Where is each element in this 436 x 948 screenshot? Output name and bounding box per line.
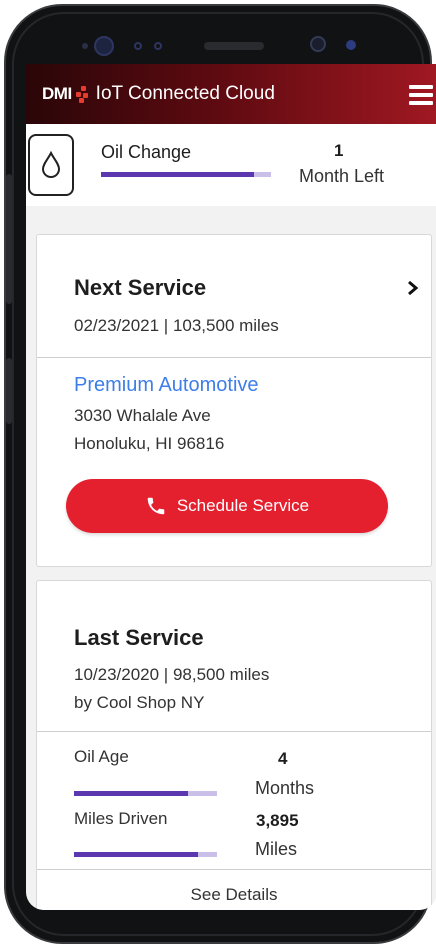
oil-change-count: 1 (334, 141, 344, 160)
front-camera (94, 36, 114, 56)
app-header: DMI IoT Connected Cloud (26, 64, 436, 124)
brand-logo[interactable]: DMI IoT Connected Cloud (42, 83, 275, 105)
next-service-title: Next Service (74, 275, 207, 300)
miles-driven-progress (74, 852, 217, 857)
phone-frame: DMI IoT Connected Cloud Oil Change 1 Mon… (4, 4, 436, 944)
last-service-title: Last Service (74, 625, 204, 650)
sensor-dot (310, 36, 326, 52)
next-service-card: Next Service 02/23/2021 | 103,500 miles … (36, 234, 432, 567)
app-screen: DMI IoT Connected Cloud Oil Change 1 Mon… (26, 64, 436, 910)
last-service-card: Last Service 10/23/2020 | 98,500 miles b… (36, 580, 432, 910)
volume-button (6, 174, 12, 304)
oil-change-label: Oil Change (101, 142, 192, 162)
power-button (6, 358, 12, 424)
miles-driven-value: 3,895 (256, 811, 299, 830)
sensor-dot (82, 43, 88, 49)
oil-age-label: Oil Age (74, 747, 129, 766)
card-divider (37, 731, 431, 732)
oil-drop-icon (28, 134, 74, 196)
service-shop-link[interactable]: Premium Automotive (74, 374, 259, 397)
sensor-dot (154, 42, 162, 50)
earpiece-speaker (204, 42, 264, 50)
oil-age-value: 4 (278, 749, 288, 768)
oil-change-strip[interactable]: Oil Change 1 Month Left (26, 124, 436, 206)
sensor-dot (346, 40, 356, 50)
miles-driven-unit: Miles (255, 839, 298, 859)
oil-age-unit: Months (255, 778, 315, 798)
brand-title: IoT Connected Cloud (95, 83, 275, 104)
hamburger-menu-icon[interactable] (409, 85, 433, 105)
sensor-dot (134, 42, 142, 50)
see-details-link[interactable]: See Details (37, 885, 431, 905)
schedule-service-button[interactable]: Schedule Service (66, 479, 388, 533)
card-divider (37, 869, 431, 870)
shop-address-line1: 3030 Whalale Ave (74, 406, 211, 425)
miles-driven-label: Miles Driven (74, 809, 168, 828)
phone-icon (145, 495, 167, 517)
oil-age-progress (74, 791, 217, 796)
brand-short: DMI (42, 84, 72, 103)
shop-address-line2: Honoluku, HI 96816 (74, 434, 225, 453)
last-service-date-miles: 10/23/2020 | 98,500 miles (74, 665, 270, 684)
chevron-right-icon[interactable] (407, 279, 419, 302)
next-service-date-miles: 02/23/2021 | 103,500 miles (74, 316, 279, 335)
card-divider (37, 357, 431, 358)
oil-change-progress (101, 172, 271, 177)
schedule-service-label: Schedule Service (176, 496, 310, 515)
oil-change-unit: Month Left (299, 166, 385, 186)
last-service-shop: by Cool Shop NY (74, 693, 205, 712)
brand-mark-icon (75, 86, 90, 103)
